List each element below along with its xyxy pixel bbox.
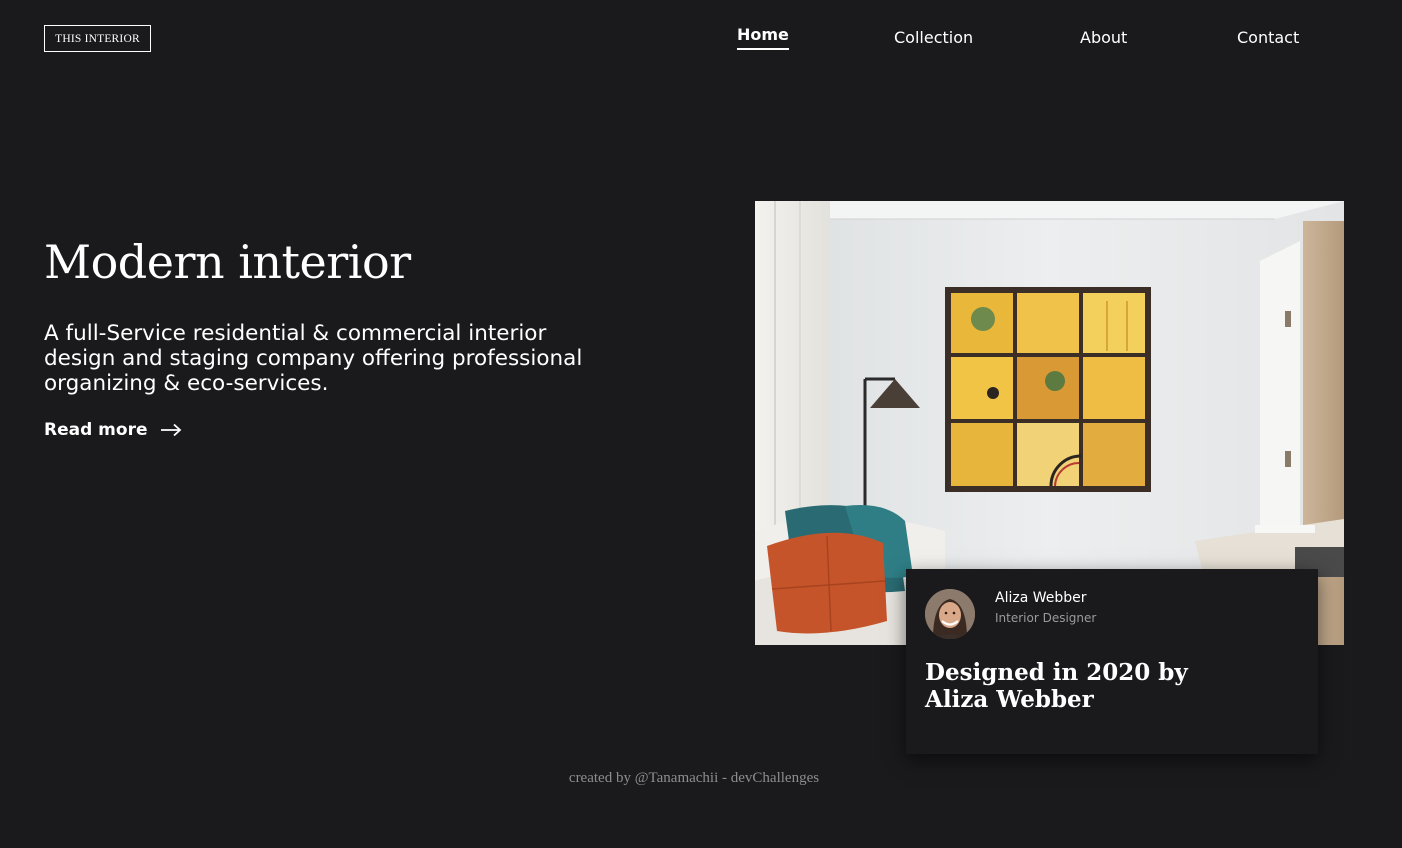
main-nav: Home Collection About Contact [0,23,1402,56]
nav-collection[interactable]: Collection [894,26,973,50]
nav-home[interactable]: Home [737,23,789,50]
hero-description: A full-Service residential & commercial … [44,321,583,396]
nav-contact[interactable]: Contact [1237,26,1299,50]
designer-card: Aliza Webber Interior Designer Designed … [906,569,1318,754]
footer-credit[interactable]: created by @Tanamachii - devChallenges [569,770,819,786]
footer: created by @Tanamachii - devChallenges [0,770,1402,787]
page: THIS INTERIOR Home Collection About Cont… [0,0,1402,848]
nav-about[interactable]: About [1080,26,1127,50]
arrow-right-icon [160,423,181,437]
read-more-link[interactable]: Read more [44,420,182,440]
designer-name: Aliza Webber [995,590,1087,606]
hero-title: Modern interior [44,235,411,289]
card-title: Designed in 2020 by Aliza Webber [925,659,1188,713]
avatar-photo [925,589,975,639]
read-more-label: Read more [44,420,148,440]
avatar [925,589,975,639]
designer-role: Interior Designer [995,611,1097,625]
